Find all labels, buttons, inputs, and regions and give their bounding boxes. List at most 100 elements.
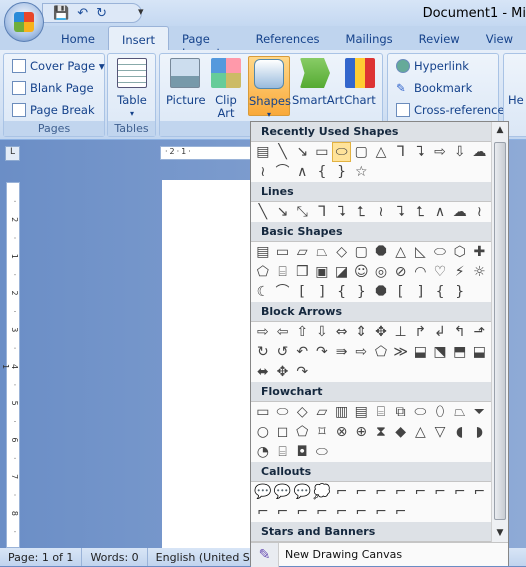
shape-icon[interactable]: ⇧ (292, 322, 312, 342)
shape-icon[interactable]: ⏷ (470, 402, 490, 422)
shape-icon[interactable]: ▤ (253, 142, 273, 162)
shape-icon[interactable]: ] (312, 282, 332, 302)
shape-icon[interactable]: ] (411, 282, 431, 302)
scroll-down-button[interactable]: ▼ (492, 525, 508, 542)
shape-icon[interactable]: ▢ (351, 242, 371, 262)
shape-icon[interactable]: ⌐ (411, 482, 431, 502)
shape-icon[interactable]: ↘ (292, 142, 312, 162)
shape-icon[interactable]: ✥ (371, 322, 391, 342)
shape-icon[interactable]: ⬏ (470, 322, 490, 342)
tab-review[interactable]: Review (406, 26, 473, 50)
shape-icon[interactable]: ⇦ (273, 322, 293, 342)
vertical-ruler[interactable]: · 2 · 1 · 2 · 3 · 4 · 5 · 6 · 7 · 8 · 1 (1, 182, 20, 548)
shape-icon[interactable]: ☁ (470, 142, 490, 162)
shape-icon[interactable]: ↺ (273, 342, 293, 362)
shape-icon[interactable]: ↷ (292, 362, 312, 382)
shape-icon[interactable]: ≫ (391, 342, 411, 362)
picture-button[interactable]: Picture (166, 58, 206, 107)
shape-icon[interactable]: ⌐ (273, 502, 293, 522)
tab-home[interactable]: Home (48, 26, 108, 50)
shape-icon[interactable]: ⬠ (253, 262, 273, 282)
shape-icon[interactable]: ▭ (312, 142, 332, 162)
shape-icon[interactable]: ≀ (470, 202, 490, 222)
shape-icon[interactable]: ▭ (253, 402, 273, 422)
shape-icon[interactable]: ↷ (312, 342, 332, 362)
shape-icon[interactable]: ⇩ (312, 322, 332, 342)
shape-icon[interactable]: ∧ (292, 162, 312, 182)
shape-icon[interactable]: ↲ (430, 322, 450, 342)
shape-icon[interactable]: ╲ (273, 142, 293, 162)
shape-icon[interactable]: ⌐ (470, 482, 490, 502)
shape-icon[interactable]: △ (371, 142, 391, 162)
shape-icon[interactable]: ⬭ (411, 402, 431, 422)
shape-icon[interactable]: ☾ (253, 282, 273, 302)
shape-icon[interactable]: ⮤ (411, 202, 431, 222)
shape-icon[interactable]: 💬 (273, 482, 293, 502)
office-button[interactable] (4, 2, 44, 42)
status-page[interactable]: Page: 1 of 1 (0, 548, 83, 566)
shape-icon[interactable]: ⌐ (430, 482, 450, 502)
shape-icon[interactable]: ⬯ (430, 402, 450, 422)
shape-icon[interactable]: ⬔ (430, 342, 450, 362)
shape-icon[interactable]: [ (292, 282, 312, 302)
shape-icon[interactable]: ↰ (450, 322, 470, 342)
shape-icon[interactable]: ◪ (332, 262, 352, 282)
tab-view[interactable]: View (473, 26, 526, 50)
chart-button[interactable]: Chart (342, 58, 378, 107)
shape-icon[interactable]: ⌒ (273, 282, 293, 302)
save-icon[interactable]: 💾 (53, 6, 69, 21)
shape-icon[interactable]: ◆ (391, 422, 411, 442)
tab-references[interactable]: References (243, 26, 333, 50)
shape-icon[interactable]: ⌸ (273, 442, 293, 462)
shape-icon[interactable]: ◔ (253, 442, 273, 462)
redo-icon[interactable]: ↻ (96, 6, 107, 21)
shape-icon[interactable]: △ (391, 242, 411, 262)
tab-insert[interactable]: Insert (107, 26, 169, 50)
shape-icon[interactable]: 💬 (292, 482, 312, 502)
shape-icon[interactable]: { (332, 282, 352, 302)
shape-icon[interactable]: ⇩ (450, 142, 470, 162)
document-page[interactable] (162, 180, 262, 548)
shape-icon[interactable]: ≀ (371, 202, 391, 222)
gallery-scrollbar[interactable]: ▲ ▼ (491, 122, 508, 542)
shape-icon[interactable]: ◗ (470, 422, 490, 442)
shape-icon[interactable]: ╲ (253, 202, 273, 222)
shape-icon[interactable]: ▢ (351, 142, 371, 162)
shape-icon[interactable]: ⌸ (371, 402, 391, 422)
shape-icon[interactable]: ☺ (351, 262, 371, 282)
shape-icon[interactable]: ⧗ (371, 422, 391, 442)
page-break-button[interactable]: Page Break (12, 103, 95, 117)
shape-icon[interactable]: ⌐ (253, 502, 273, 522)
shape-icon[interactable]: ⮧ (411, 142, 431, 162)
shape-icon[interactable]: ☆ (351, 162, 371, 182)
shape-icon[interactable]: ▤ (253, 242, 273, 262)
shape-icon[interactable]: ⮧ (332, 202, 352, 222)
shape-icon[interactable]: ∧ (430, 202, 450, 222)
shape-icon[interactable]: 💬 (253, 482, 273, 502)
shape-icon[interactable]: ▽ (430, 422, 450, 442)
shape-icon[interactable]: ⇨ (351, 342, 371, 362)
bookmark-button[interactable]: ✎ Bookmark (396, 81, 472, 95)
shape-icon[interactable]: ≀ (253, 162, 273, 182)
shape-icon[interactable]: ⌐ (292, 502, 312, 522)
cross-reference-button[interactable]: Cross-reference (396, 103, 505, 117)
shape-icon[interactable]: ᒣ (312, 202, 332, 222)
shape-icon[interactable]: ◇ (292, 402, 312, 422)
shape-icon[interactable]: ⇛ (332, 342, 352, 362)
undo-icon[interactable]: ↶ (77, 6, 88, 21)
shape-icon[interactable]: { (312, 162, 332, 182)
shape-icon[interactable]: ⌐ (450, 482, 470, 502)
shape-icon[interactable]: ☁ (450, 202, 470, 222)
shape-icon[interactable]: ⇔ (332, 322, 352, 342)
shape-icon[interactable]: ⬭ (430, 242, 450, 262)
status-words[interactable]: Words: 0 (82, 548, 148, 566)
shape-icon[interactable]: ⌐ (332, 482, 352, 502)
shape-icon[interactable]: ⌐ (351, 482, 371, 502)
shape-icon[interactable]: ♡ (430, 262, 450, 282)
blank-page-button[interactable]: Blank Page (12, 81, 94, 95)
shape-icon[interactable]: ⌸ (273, 262, 293, 282)
clip-art-button[interactable]: Clip Art (210, 58, 242, 120)
shape-icon[interactable]: ⮤ (351, 202, 371, 222)
shape-icon[interactable]: ⬠ (371, 342, 391, 362)
shape-icon[interactable]: ↻ (253, 342, 273, 362)
